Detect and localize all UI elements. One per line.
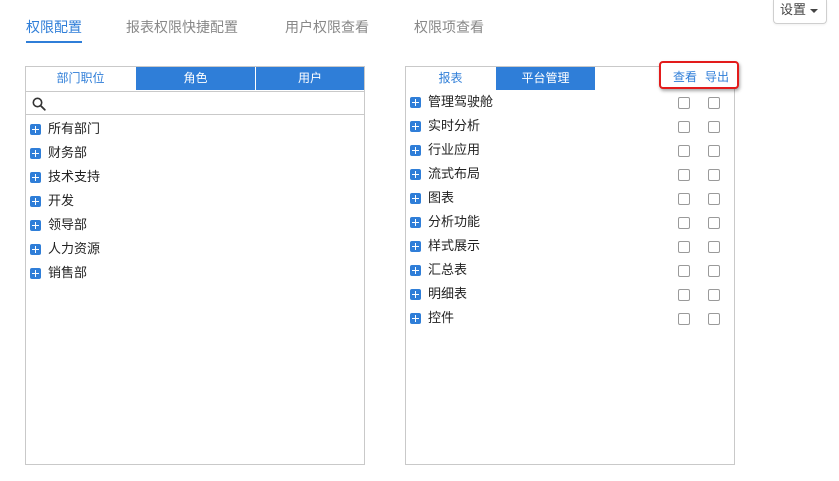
export-checkbox[interactable] [708,265,720,277]
export-checkbox[interactable] [708,313,720,325]
tab-platform-management[interactable]: 平台管理 [496,67,596,90]
search-bar [26,91,364,115]
view-checkbox[interactable] [678,97,690,109]
expand-plus-icon[interactable] [30,196,41,207]
view-column-header[interactable]: 查看 [673,68,697,85]
expand-plus-icon[interactable] [30,220,41,231]
view-checkbox[interactable] [678,265,690,277]
view-checkbox[interactable] [678,289,690,301]
export-checkbox[interactable] [708,121,720,133]
view-checkbox[interactable] [678,313,690,325]
tree-item[interactable]: 图表 [406,187,734,211]
tree-item-label: 销售部 [48,266,88,281]
tree-item-label: 技术支持 [48,170,101,185]
view-checkbox[interactable] [678,145,690,157]
export-checkbox[interactable] [708,169,720,181]
tree-item[interactable]: 人力资源 [26,238,364,262]
view-checkbox[interactable] [678,169,690,181]
tree-item[interactable]: 分析功能 [406,211,734,235]
expand-plus-icon[interactable] [410,217,421,228]
tree-item[interactable]: 开发 [26,190,364,214]
tree-item[interactable]: 汇总表 [406,259,734,283]
export-checkbox[interactable] [708,217,720,229]
permission-column-headers: 查看 导出 [659,61,739,89]
tab-permission-config[interactable]: 权限配置 [26,17,82,43]
view-checkbox[interactable] [678,193,690,205]
tree-item[interactable]: 明细表 [406,283,734,307]
expand-plus-icon[interactable] [410,97,421,108]
permission-panel: 报表 平台管理 查看 导出 管理驾驶舱 实时分析 行业应用 流式布局 图表 分析… [405,61,739,465]
tree-item-label: 图表 [428,191,455,206]
expand-plus-icon[interactable] [410,313,421,324]
expand-plus-icon[interactable] [410,121,421,132]
tab-department-position[interactable]: 部门职位 [26,67,136,90]
expand-plus-icon[interactable] [30,268,41,279]
expand-plus-icon[interactable] [30,172,41,183]
tab-user-permission-view[interactable]: 用户权限查看 [285,17,369,41]
tab-permission-item-view[interactable]: 权限项查看 [414,17,484,41]
tree-item-label: 人力资源 [48,242,101,257]
tree-item-label: 样式展示 [428,239,481,254]
tree-item-label: 管理驾驶舱 [428,95,494,110]
tree-item[interactable]: 财务部 [26,142,364,166]
tab-user[interactable]: 用户 [256,67,364,90]
tree-item[interactable]: 技术支持 [26,166,364,190]
tree-item-label: 分析功能 [428,215,481,230]
export-checkbox[interactable] [708,241,720,253]
tree-item-label: 所有部门 [48,122,101,137]
expand-plus-icon[interactable] [410,169,421,180]
view-checkbox[interactable] [678,121,690,133]
tree-item-label: 开发 [48,194,75,209]
expand-plus-icon[interactable] [410,265,421,276]
tree-item[interactable]: 实时分析 [406,115,734,139]
tab-report-permission-quick-config[interactable]: 报表权限快捷配置 [126,17,238,41]
tree-item[interactable]: 所有部门 [26,118,364,142]
tree-item[interactable]: 控件 [406,307,734,331]
tree-item-label: 明细表 [428,287,468,302]
tree-item[interactable]: 领导部 [26,214,364,238]
search-icon[interactable] [32,97,46,111]
export-checkbox[interactable] [708,193,720,205]
settings-dropdown-button[interactable]: 设置 [773,0,827,24]
tree-item[interactable]: 行业应用 [406,139,734,163]
tree-item[interactable]: 销售部 [26,262,364,286]
tree-item-label: 流式布局 [428,167,481,182]
tree-item[interactable]: 流式布局 [406,163,734,187]
tree-item-label: 财务部 [48,146,88,161]
caret-down-icon [810,8,819,13]
view-checkbox[interactable] [678,217,690,229]
tree-item-label: 控件 [428,311,455,326]
subject-panel: 部门职位 角色 用户 所有部门 财务部 技术支持 开发 领导部 人力资源 销售部 [25,66,365,465]
tab-report[interactable]: 报表 [406,67,496,90]
expand-plus-icon[interactable] [30,124,41,135]
expand-plus-icon[interactable] [410,241,421,252]
expand-plus-icon[interactable] [410,289,421,300]
export-checkbox[interactable] [708,289,720,301]
export-checkbox[interactable] [708,97,720,109]
expand-plus-icon[interactable] [30,148,41,159]
expand-plus-icon[interactable] [30,244,41,255]
tree-item-label: 领导部 [48,218,88,233]
expand-plus-icon[interactable] [410,193,421,204]
tree-item-label: 行业应用 [428,143,481,158]
tree-item[interactable]: 样式展示 [406,235,734,259]
tree-item-label: 汇总表 [428,263,468,278]
tree-item[interactable]: 管理驾驶舱 [406,91,734,115]
settings-label: 设置 [780,3,807,18]
view-checkbox[interactable] [678,241,690,253]
tab-role[interactable]: 角色 [136,67,256,90]
export-checkbox[interactable] [708,145,720,157]
tree-item-label: 实时分析 [428,119,481,134]
search-input[interactable] [52,94,356,114]
expand-plus-icon[interactable] [410,145,421,156]
export-column-header[interactable]: 导出 [705,68,729,85]
